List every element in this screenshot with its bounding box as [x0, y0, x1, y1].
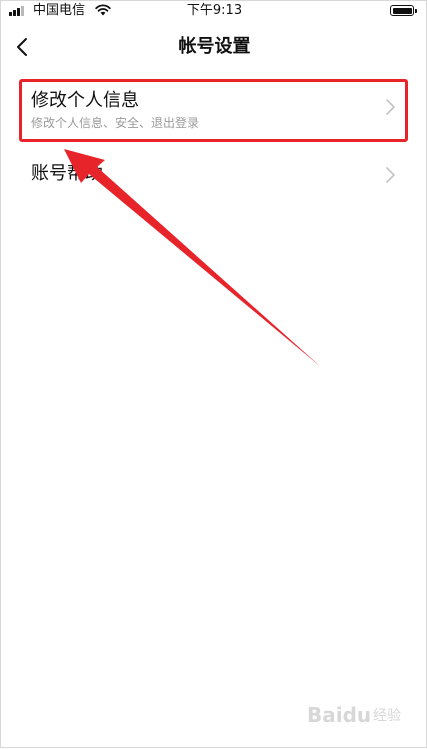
- page-title: 帐号设置: [178, 36, 251, 57]
- baidu-watermark: Baidu 经验: [307, 701, 407, 731]
- menu-item-title: 修改个人信息: [31, 90, 139, 111]
- battery-icon: [390, 5, 417, 16]
- menu-item-title: 账号帮助: [31, 163, 103, 184]
- menu-item-edit-profile[interactable]: 修改个人信息 修改个人信息、安全、退出登录: [1, 81, 427, 141]
- menu-item-account-help[interactable]: 账号帮助: [1, 151, 427, 199]
- chevron-right-icon: [386, 167, 395, 183]
- screen-frame: 中国电信 下午9:13 帐号设置 修改个人信息 修改个人信息、安全、退出登录 账…: [0, 0, 427, 748]
- nav-bar: 帐号设置: [1, 21, 427, 73]
- chevron-right-icon: [386, 99, 395, 115]
- menu-item-subtitle: 修改个人信息、安全、退出登录: [31, 116, 200, 130]
- status-time: 下午9:13: [186, 3, 243, 18]
- status-bar: 中国电信 下午9:13: [1, 1, 427, 21]
- watermark-logo-text: Baidu: [307, 703, 372, 727]
- watermark-sub-text: 经验: [373, 708, 401, 724]
